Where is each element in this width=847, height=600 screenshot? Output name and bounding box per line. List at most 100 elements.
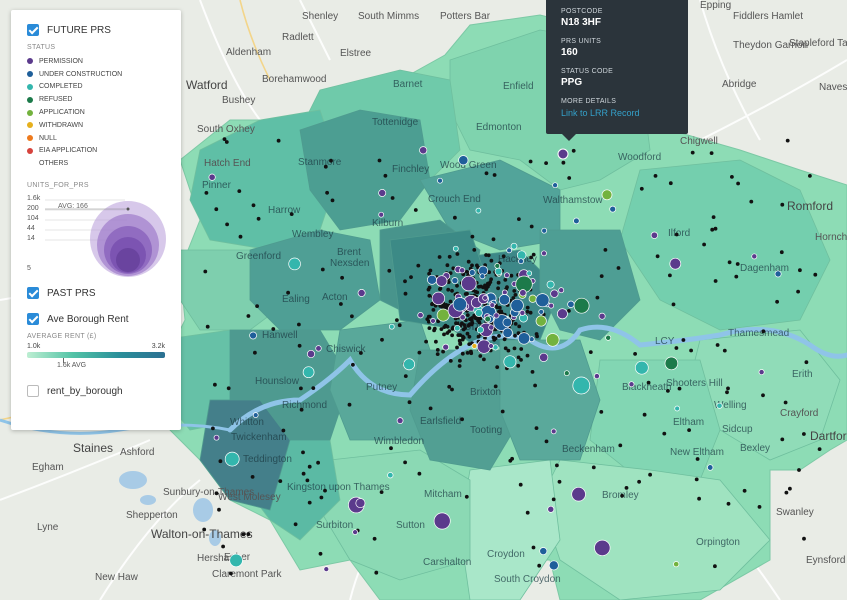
past-prs-point[interactable] bbox=[323, 488, 327, 493]
past-prs-point[interactable] bbox=[529, 224, 534, 229]
future-prs-point[interactable] bbox=[498, 294, 511, 306]
future-prs-point[interactable] bbox=[547, 505, 555, 513]
future-prs-point[interactable] bbox=[355, 498, 366, 509]
past-prs-point[interactable] bbox=[466, 259, 471, 264]
past-prs-point[interactable] bbox=[435, 352, 440, 356]
past-prs-point[interactable] bbox=[784, 490, 789, 495]
past-prs-point[interactable] bbox=[225, 222, 230, 227]
past-prs-point[interactable] bbox=[571, 148, 576, 153]
past-prs-point[interactable] bbox=[297, 322, 301, 327]
past-prs-point[interactable] bbox=[478, 354, 483, 358]
past-prs-point[interactable] bbox=[320, 267, 325, 272]
past-prs-point[interactable] bbox=[470, 263, 474, 268]
past-prs-point[interactable] bbox=[403, 291, 408, 296]
past-prs-point[interactable] bbox=[457, 364, 462, 368]
checkbox-icon[interactable] bbox=[27, 313, 39, 326]
lrr-record-link[interactable]: Link to LRR Record bbox=[561, 108, 673, 118]
future-prs-point[interactable] bbox=[454, 324, 461, 332]
past-prs-point[interactable] bbox=[779, 250, 784, 255]
past-prs-point[interactable] bbox=[802, 536, 806, 541]
future-prs-point[interactable] bbox=[510, 242, 518, 250]
past-prs-point[interactable] bbox=[802, 432, 806, 436]
past-prs-point[interactable] bbox=[226, 386, 231, 391]
future-prs-point[interactable] bbox=[476, 326, 484, 334]
past-prs-point[interactable] bbox=[534, 426, 539, 430]
future-prs-point[interactable] bbox=[224, 451, 240, 467]
past-prs-point[interactable] bbox=[525, 305, 530, 310]
past-prs-point[interactable] bbox=[726, 501, 731, 506]
past-prs-point[interactable] bbox=[469, 351, 474, 356]
past-prs-point[interactable] bbox=[246, 532, 251, 537]
past-prs-point[interactable] bbox=[489, 258, 494, 263]
past-prs-point[interactable] bbox=[736, 181, 740, 186]
future-prs-point[interactable] bbox=[288, 257, 301, 271]
past-prs-point[interactable] bbox=[340, 275, 344, 280]
selected-point[interactable] bbox=[557, 148, 569, 160]
past-prs-point[interactable] bbox=[330, 198, 335, 203]
past-prs-point[interactable] bbox=[372, 536, 377, 541]
past-prs-point[interactable] bbox=[255, 304, 259, 308]
past-prs-point[interactable] bbox=[203, 269, 208, 274]
past-prs-point[interactable] bbox=[453, 215, 457, 220]
future-prs-point[interactable] bbox=[378, 211, 385, 218]
past-prs-point[interactable] bbox=[508, 458, 513, 463]
past-prs-point[interactable] bbox=[450, 288, 454, 293]
past-prs-point[interactable] bbox=[734, 274, 739, 279]
past-prs-point[interactable] bbox=[513, 333, 517, 338]
past-prs-point[interactable] bbox=[567, 176, 572, 180]
past-prs-point[interactable] bbox=[211, 426, 215, 431]
checkbox-icon[interactable] bbox=[27, 24, 39, 36]
past-prs-point[interactable] bbox=[271, 327, 276, 331]
past-prs-point[interactable] bbox=[241, 532, 246, 537]
past-prs-point[interactable] bbox=[595, 295, 600, 300]
future-prs-point[interactable] bbox=[494, 267, 503, 276]
past-prs-point[interactable] bbox=[470, 316, 474, 320]
past-prs-point[interactable] bbox=[727, 260, 732, 265]
past-prs-point[interactable] bbox=[465, 351, 470, 355]
past-prs-point[interactable] bbox=[722, 348, 727, 353]
future-prs-point[interactable] bbox=[539, 547, 548, 556]
past-prs-point[interactable] bbox=[668, 181, 673, 186]
past-prs-point[interactable] bbox=[403, 460, 407, 465]
past-prs-point[interactable] bbox=[329, 158, 333, 163]
past-prs-point[interactable] bbox=[646, 380, 651, 385]
past-prs-point[interactable] bbox=[214, 207, 219, 212]
past-prs-point[interactable] bbox=[383, 173, 388, 178]
past-prs-point[interactable] bbox=[301, 471, 306, 476]
past-prs-point[interactable] bbox=[472, 248, 477, 252]
future-prs-point[interactable] bbox=[435, 275, 448, 287]
checkbox-icon[interactable] bbox=[27, 287, 39, 300]
past-prs-point[interactable] bbox=[529, 255, 533, 260]
past-prs-point[interactable] bbox=[674, 346, 679, 350]
past-prs-point[interactable] bbox=[465, 313, 470, 317]
future-prs-point[interactable] bbox=[437, 177, 443, 184]
past-prs-point[interactable] bbox=[775, 299, 779, 304]
past-prs-point[interactable] bbox=[455, 283, 459, 288]
past-prs-point[interactable] bbox=[544, 161, 548, 166]
past-prs-point[interactable] bbox=[460, 417, 464, 422]
future-prs-point[interactable] bbox=[452, 245, 459, 252]
future-prs-point[interactable] bbox=[503, 355, 517, 369]
past-prs-point[interactable] bbox=[387, 268, 392, 273]
past-prs-point[interactable] bbox=[445, 324, 450, 329]
past-prs-point[interactable] bbox=[591, 465, 596, 470]
future-prs-point[interactable] bbox=[378, 189, 387, 197]
past-prs-point[interactable] bbox=[377, 158, 382, 163]
past-prs-point[interactable] bbox=[666, 389, 670, 393]
past-prs-point[interactable] bbox=[217, 507, 221, 512]
past-prs-point[interactable] bbox=[221, 544, 226, 549]
future-prs-point[interactable] bbox=[716, 402, 723, 409]
past-prs-point[interactable] bbox=[813, 272, 818, 277]
past-prs-point[interactable] bbox=[501, 254, 506, 259]
past-prs-point[interactable] bbox=[427, 285, 432, 290]
past-prs-point[interactable] bbox=[455, 252, 460, 256]
past-prs-point[interactable] bbox=[350, 314, 354, 319]
future-prs-point[interactable] bbox=[461, 275, 477, 292]
past-prs-point[interactable] bbox=[530, 370, 535, 374]
past-prs-point[interactable] bbox=[311, 386, 316, 390]
past-prs-point[interactable] bbox=[417, 350, 422, 355]
past-prs-point[interactable] bbox=[467, 342, 472, 346]
past-prs-point[interactable] bbox=[690, 150, 695, 155]
future-prs-point[interactable] bbox=[674, 405, 681, 412]
past-prs-point[interactable] bbox=[224, 140, 229, 144]
